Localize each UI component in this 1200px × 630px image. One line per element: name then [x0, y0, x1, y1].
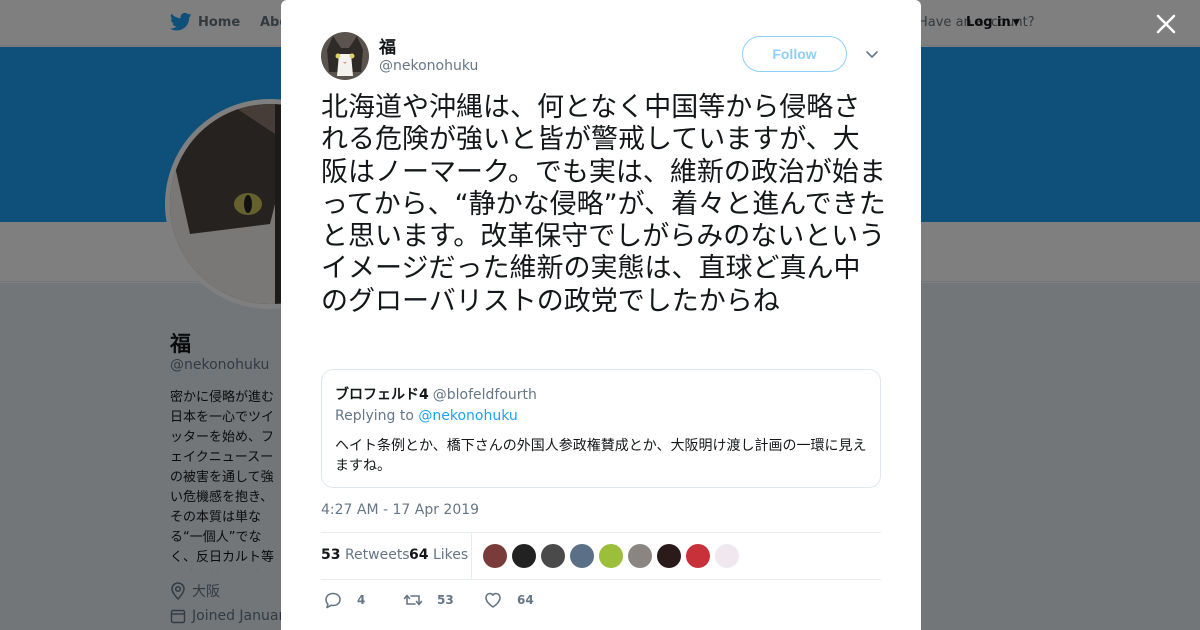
- quote-text: ヘイト条例とか、橋下さんの外国人参政権賛成とか、大阪明け渡し計画の一環に見えます…: [335, 438, 867, 474]
- retweets-stat[interactable]: 53 Retweets: [321, 547, 410, 563]
- retweets-count: 53: [321, 547, 341, 563]
- close-button[interactable]: [1152, 10, 1180, 38]
- chevron-down-icon[interactable]: [865, 47, 879, 61]
- retweet-icon: [403, 594, 423, 606]
- like-count: 64: [517, 593, 534, 607]
- heart-icon: [485, 592, 501, 608]
- cat-avatar-icon: [321, 32, 369, 80]
- liker-avatar-2[interactable]: [512, 544, 536, 568]
- liker-avatar-3[interactable]: [541, 544, 565, 568]
- quote-replying-to: Replying to @nekonohuku: [335, 408, 518, 424]
- quote-author-name: ブロフェルド4: [335, 387, 429, 403]
- reply-icon: [325, 592, 341, 609]
- quoted-tweet[interactable]: ブロフェルド4 @blofeldfourth Replying to @nekon…: [321, 369, 881, 488]
- reply-count: 4: [357, 593, 366, 607]
- replying-prefix: Replying to: [335, 408, 414, 424]
- retweet-action[interactable]: 53: [403, 591, 454, 609]
- tweet-timestamp[interactable]: 4:27 AM - 17 Apr 2019: [321, 502, 479, 518]
- liker-avatar-4[interactable]: [570, 544, 594, 568]
- liker-avatar-7[interactable]: [657, 544, 681, 568]
- liker-avatar-5[interactable]: [599, 544, 623, 568]
- retweet-count: 53: [437, 593, 454, 607]
- likes-label: Likes: [432, 547, 469, 563]
- liker-avatar-9[interactable]: [715, 544, 739, 568]
- author-name[interactable]: 福: [379, 33, 396, 58]
- retweets-label: Retweets: [344, 547, 410, 563]
- like-action[interactable]: 64: [483, 591, 534, 609]
- stats-divider: [471, 533, 472, 580]
- liker-avatar-6[interactable]: [628, 544, 652, 568]
- liker-avatars: [483, 544, 739, 568]
- replying-handle-link[interactable]: @nekonohuku: [418, 408, 517, 424]
- liker-avatar-8[interactable]: [686, 544, 710, 568]
- author-handle[interactable]: @nekonohuku: [379, 58, 478, 74]
- tweet-actions: 4 53 64: [321, 591, 881, 611]
- author-avatar[interactable]: [321, 32, 369, 80]
- reply-action[interactable]: 4: [323, 591, 365, 609]
- quote-author: ブロフェルド4 @blofeldfourth: [335, 384, 537, 404]
- tweet-text: 北海道や沖縄は、何となく中国等から侵略される危険が強いと皆が警戒していますが、大…: [321, 92, 886, 317]
- likes-count: 64: [409, 547, 429, 563]
- liker-avatar-1[interactable]: [483, 544, 507, 568]
- follow-button[interactable]: Follow: [742, 36, 847, 72]
- tweet-modal: 福 @nekonohuku Follow 北海道や沖縄は、何となく中国等から侵略…: [281, 0, 921, 630]
- close-icon: [1156, 14, 1176, 34]
- tweet-stats: 53 Retweets 64 Likes: [321, 532, 881, 580]
- likes-stat[interactable]: 64 Likes: [409, 547, 468, 563]
- quote-author-handle: @blofeldfourth: [432, 387, 537, 403]
